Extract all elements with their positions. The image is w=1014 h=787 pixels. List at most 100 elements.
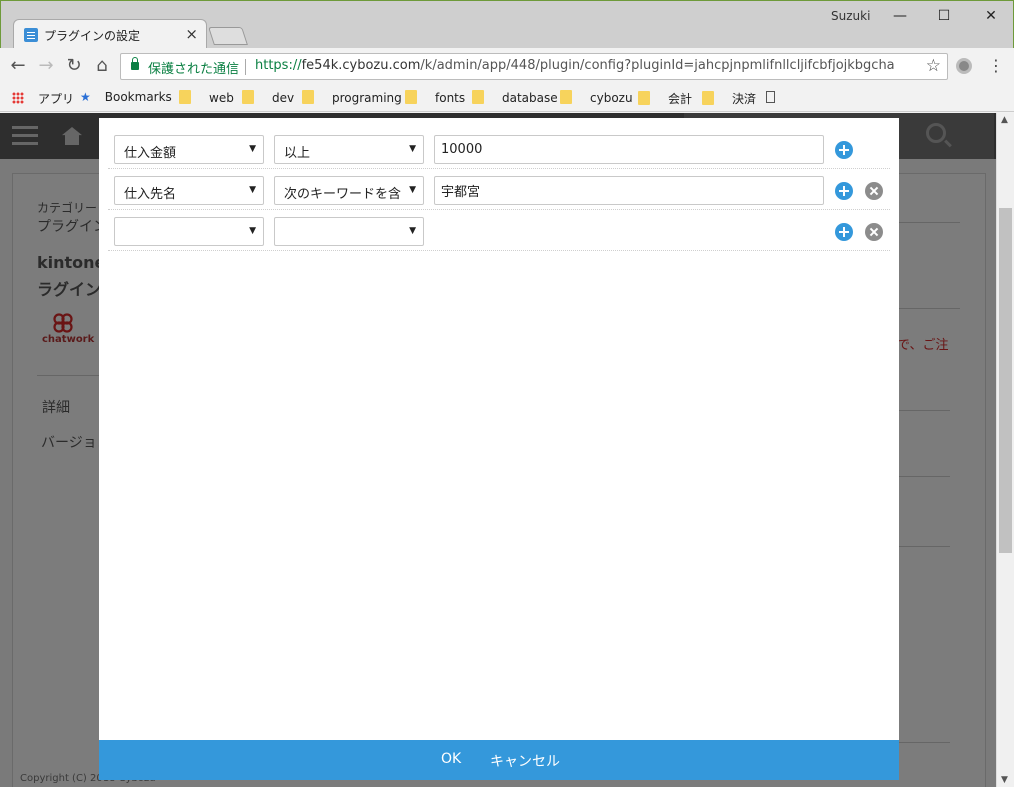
bookmark-label: cybozu xyxy=(590,91,633,105)
plugin-title-line2: ラグイン xyxy=(37,280,102,299)
dropdown-caret-icon: ▼ xyxy=(409,185,416,195)
security-label: 保護された通信 xyxy=(148,62,240,77)
operator-select[interactable]: 以上 ▼ xyxy=(274,135,424,164)
browser-titlebar: プラグインの設定 × Suzuki — ☐ ✕ xyxy=(0,0,1014,49)
home-icon[interactable]: ⌂ xyxy=(90,54,114,78)
url-text[interactable]: https://fe54k.cybozu.com/k/admin/app/448… xyxy=(255,58,895,73)
bookmark-label: web xyxy=(209,91,234,105)
bookmark-database[interactable]: database xyxy=(472,90,558,105)
profile-name[interactable]: Suzuki xyxy=(831,9,870,23)
maximize-button[interactable]: ☐ xyxy=(929,5,959,27)
reload-icon[interactable]: ↻ xyxy=(62,54,86,78)
dialog-footer: OK キャンセル xyxy=(99,740,899,780)
dropdown-caret-icon: ▼ xyxy=(409,226,416,236)
minimize-button[interactable]: — xyxy=(885,5,915,27)
bookmark-payment[interactable]: 決済 xyxy=(702,90,756,107)
chatwork-logo-text: chatwork xyxy=(42,334,95,345)
divider xyxy=(899,308,960,309)
browser-menu-icon[interactable]: ⋮ xyxy=(988,56,1004,75)
folder-icon xyxy=(405,90,417,104)
bookmarks-bar: アプリ ★ Bookmarks web dev programing fonts … xyxy=(0,84,1014,112)
bookmark-cybozu[interactable]: cybozu xyxy=(560,90,633,105)
hamburger-menu-icon xyxy=(12,126,38,129)
bookmark-web[interactable]: web xyxy=(179,90,234,105)
plugin-settings-icon xyxy=(24,28,38,42)
folder-icon xyxy=(560,90,572,104)
field-select[interactable]: 仕入金額 ▼ xyxy=(114,135,264,164)
browser-tab[interactable]: プラグインの設定 × xyxy=(13,19,207,49)
divider xyxy=(37,375,99,376)
folder-icon xyxy=(242,90,254,104)
dropdown-caret-icon: ▼ xyxy=(409,144,416,154)
folder-icon xyxy=(638,91,650,105)
url-separator xyxy=(245,59,246,75)
search-icon xyxy=(926,123,946,143)
value-input[interactable] xyxy=(434,135,824,164)
condition-row: 仕入金額 ▼ 以上 ▼ xyxy=(108,128,890,169)
bookmark-label: 決済 xyxy=(732,92,757,106)
bookmark-dev[interactable]: dev xyxy=(242,90,294,105)
operator-select[interactable]: 次のキーワードを含 ▼ xyxy=(274,176,424,205)
folder-icon xyxy=(472,90,484,104)
tab-title: プラグインの設定 xyxy=(44,29,141,43)
bookmark-label: fonts xyxy=(435,91,466,105)
kintone-home-icon xyxy=(62,127,82,145)
scroll-down-arrow-icon[interactable]: ▼ xyxy=(1001,775,1008,785)
divider xyxy=(899,410,950,411)
add-row-icon[interactable] xyxy=(835,223,853,241)
extension-icon[interactable] xyxy=(956,58,972,74)
folder-icon xyxy=(302,90,314,104)
remove-row-icon[interactable] xyxy=(865,223,883,241)
condition-row: ▼ ▼ xyxy=(108,210,890,251)
details-label: 詳細 xyxy=(42,400,70,416)
new-tab-button[interactable] xyxy=(208,27,248,45)
address-bar[interactable]: 保護された通信 https://fe54k.cybozu.com/k/admin… xyxy=(120,53,948,80)
operator-select-value: 次のキーワードを含 xyxy=(284,187,402,202)
value-input[interactable] xyxy=(434,176,824,205)
folder-icon xyxy=(702,91,714,105)
add-row-icon[interactable] xyxy=(835,182,853,200)
bookmark-star-icon[interactable]: ☆ xyxy=(926,56,941,76)
dropdown-caret-icon: ▼ xyxy=(249,185,256,195)
notice-text: で、ご注 xyxy=(897,338,949,353)
field-select-value: 仕入先名 xyxy=(124,187,177,202)
bookmark-label: 会計 xyxy=(668,92,693,106)
url-scheme: https:// xyxy=(255,58,302,73)
bookmark-label: アプリ xyxy=(38,92,75,106)
bookmark-fonts[interactable]: fonts xyxy=(405,90,465,105)
bookmark-page[interactable] xyxy=(766,90,775,104)
plugin-label: プラグイン xyxy=(37,219,107,235)
scroll-thumb[interactable] xyxy=(999,208,1012,553)
forward-icon[interactable]: → xyxy=(34,54,58,78)
field-select[interactable]: ▼ xyxy=(114,217,264,246)
divider xyxy=(899,742,950,743)
ok-button[interactable]: OK xyxy=(441,751,461,767)
scroll-up-arrow-icon[interactable]: ▲ xyxy=(1001,115,1008,125)
add-row-icon[interactable] xyxy=(835,141,853,159)
back-icon[interactable]: ← xyxy=(6,54,30,78)
dropdown-caret-icon: ▼ xyxy=(249,226,256,236)
lock-icon xyxy=(131,57,139,70)
folder-icon xyxy=(179,90,191,104)
bookmark-apps[interactable]: アプリ xyxy=(12,90,74,107)
page-scrollbar[interactable]: ▲ ▼ xyxy=(996,113,1014,787)
url-host: fe54k.cybozu.com xyxy=(301,58,421,73)
bookmark-label: database xyxy=(502,91,558,105)
window-close-button[interactable]: ✕ xyxy=(976,5,1006,27)
tab-close-icon[interactable]: × xyxy=(185,25,198,43)
plugin-config-dialog: 仕入金額 ▼ 以上 ▼ 仕入先名 ▼ 次のキーワードを含 ▼ ▼ ▼ xyxy=(99,118,899,780)
bookmark-programing[interactable]: programing xyxy=(302,90,402,105)
field-select-value: 仕入金額 xyxy=(124,146,177,161)
dropdown-caret-icon: ▼ xyxy=(249,144,256,154)
bookmark-label: programing xyxy=(332,91,402,105)
cancel-button[interactable]: キャンセル xyxy=(490,751,560,771)
operator-select-value: 以上 xyxy=(284,146,311,161)
remove-row-icon[interactable] xyxy=(865,182,883,200)
operator-select[interactable]: ▼ xyxy=(274,217,424,246)
divider xyxy=(899,222,960,223)
bookmark-accounting[interactable]: 会計 xyxy=(638,90,692,107)
apps-grid-icon xyxy=(12,92,24,104)
bookmark-bookmarks[interactable]: ★ Bookmarks xyxy=(80,90,172,104)
field-select[interactable]: 仕入先名 ▼ xyxy=(114,176,264,205)
bookmark-label: Bookmarks xyxy=(104,90,172,104)
